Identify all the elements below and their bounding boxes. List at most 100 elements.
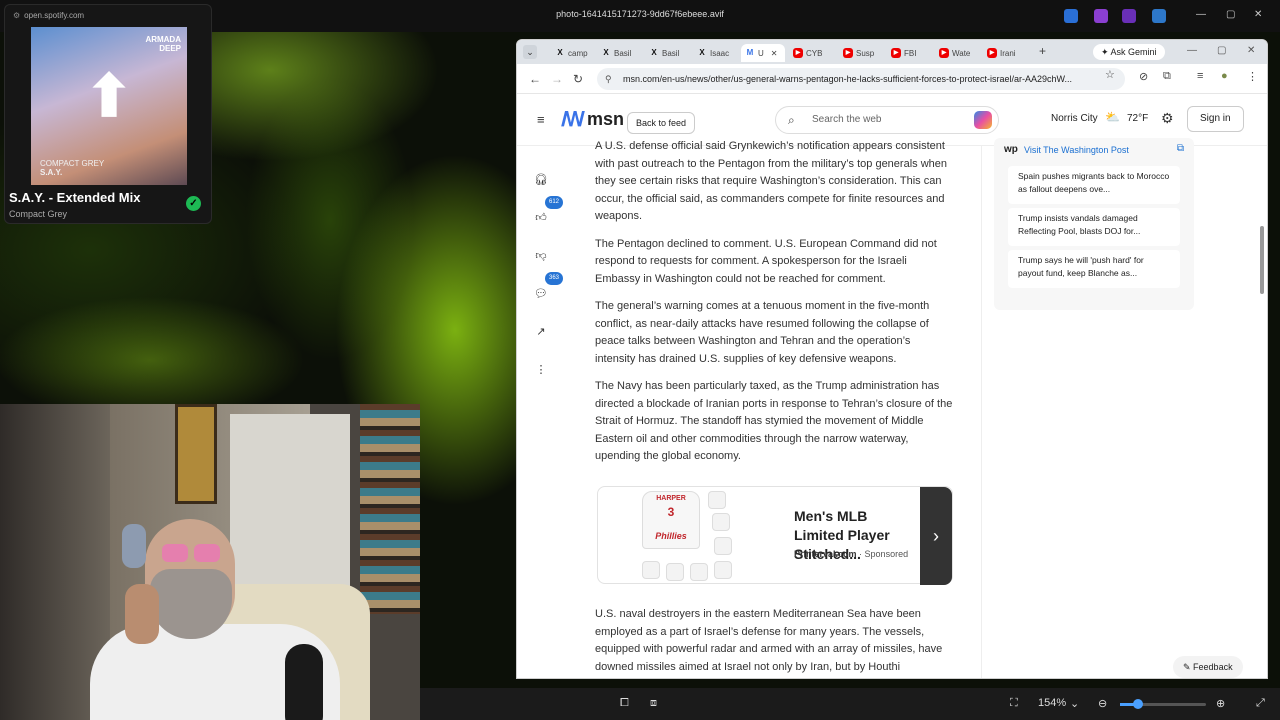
gear-icon[interactable]: ⚙	[1161, 110, 1174, 127]
ad-source: Printerval.com · Sponsored	[794, 549, 909, 559]
tab[interactable]: X Basil	[597, 44, 635, 62]
address-bar-row: ← → ↻ ⚲ msn.com/en-us/news/other/us-gener…	[517, 64, 1267, 94]
external-link-icon[interactable]: ⧉	[1177, 143, 1184, 154]
tab[interactable]: ▶ Irani	[983, 44, 1020, 62]
webcam-headset	[122, 524, 146, 568]
extension-icon[interactable]: ⊘	[1139, 70, 1148, 83]
location-label[interactable]: Norris City	[1051, 113, 1098, 124]
x-icon: X	[557, 48, 563, 57]
youtube-icon: ▶	[987, 48, 997, 58]
comment-icon[interactable]: 💬︎ 363	[527, 272, 564, 308]
extensions-puzzle-icon[interactable]: ⧉	[1163, 70, 1171, 83]
temperature[interactable]: 72°F	[1127, 113, 1148, 124]
saved-check-icon[interactable]: ✓	[186, 196, 201, 211]
x-icon: X	[699, 48, 705, 57]
settings-icon: ⚙	[13, 11, 21, 20]
article-paragraph: The general’s warning comes at a tenuous…	[595, 300, 930, 365]
fullscreen-icon[interactable]: ⤢	[1256, 697, 1265, 710]
scrollbar-thumb[interactable]	[1260, 226, 1264, 294]
app-icon[interactable]	[1094, 9, 1108, 23]
msn-butterfly-icon: ꟿ	[561, 109, 585, 131]
sign-in-button[interactable]: Sign in	[1187, 106, 1244, 132]
new-tab-icon[interactable]: +	[1039, 44, 1046, 58]
article-paragraph: A U.S. defense official said Grynkewich’…	[595, 140, 947, 222]
track-artist: Compact Grey	[9, 209, 68, 219]
chevron-down-icon[interactable]: ⌄	[1070, 697, 1079, 710]
headline-card[interactable]: Trump says he will 'push hard' for payou…	[1008, 250, 1180, 288]
webcam-bookshelf	[360, 404, 420, 614]
maximize-icon[interactable]: ▢	[1226, 9, 1235, 20]
headphones-icon[interactable]: 🎧︎	[527, 166, 555, 194]
profile-avatar[interactable]: ●	[1221, 70, 1228, 82]
minimize-icon[interactable]: —	[1196, 9, 1206, 20]
webcam-picture-frame	[175, 404, 217, 504]
feedback-button[interactable]: ✎ Feedback	[1173, 656, 1243, 678]
youtube-icon: ▶	[939, 48, 949, 58]
back-to-feed-button[interactable]: Back to feed	[627, 112, 696, 134]
msn-logo[interactable]: ꟿ msn	[561, 107, 624, 132]
jersey-main: 3 HARPER Phillies	[642, 491, 700, 549]
webcam-overlay	[0, 404, 420, 720]
search-input[interactable]: ⌕ Search the web	[775, 106, 999, 134]
maximize-icon[interactable]: ▢	[1217, 45, 1226, 56]
tab[interactable]: ▶ FBI	[887, 44, 920, 62]
album-art: ARMADA DEEP ⬆ COMPACT GREY S.A.Y.	[31, 27, 187, 185]
jersey-thumb	[714, 561, 732, 579]
headline-card[interactable]: Trump insists vandals damaged Reflecting…	[1008, 208, 1180, 246]
youtube-icon: ▶	[891, 48, 901, 58]
reading-list-icon[interactable]: ≡	[1197, 70, 1203, 82]
ocr-icon[interactable]: ⧈	[650, 697, 657, 710]
jersey-thumb	[712, 513, 730, 531]
app-icon[interactable]	[1152, 9, 1166, 23]
minimize-icon[interactable]: —	[1187, 45, 1197, 56]
visit-publisher-link[interactable]: Visit The Washington Post	[1024, 145, 1129, 155]
x-icon: X	[651, 48, 657, 57]
app-icon[interactable]	[1122, 9, 1136, 23]
share-icon[interactable]: ↗	[527, 318, 555, 346]
tab[interactable]: ▶ Wate	[935, 44, 974, 62]
zoom-out-icon[interactable]: ⊖	[1098, 697, 1107, 710]
more-options-icon[interactable]: ⋮	[527, 356, 555, 384]
bookmark-star-icon[interactable]: ☆	[1105, 68, 1115, 81]
album-text: COMPACT GREY S.A.Y.	[40, 159, 105, 177]
tab[interactable]: X Isaac	[693, 44, 733, 62]
jersey-image: 3 HARPER Phillies	[642, 491, 740, 581]
like-icon[interactable]: 👍︎ 612	[527, 196, 564, 232]
close-icon[interactable]: ✕	[1254, 9, 1262, 20]
webcam-microphone	[285, 644, 323, 720]
page-scrollbar[interactable]	[1259, 146, 1265, 678]
forward-arrow-icon[interactable]: →	[551, 72, 563, 86]
zoom-level[interactable]: 154%	[1038, 697, 1066, 709]
site-info-icon: ⚲	[605, 74, 612, 84]
jersey-thumb	[690, 563, 708, 581]
crop-icon[interactable]: ⧠	[620, 697, 629, 710]
fit-screen-icon[interactable]: ⛶	[1010, 697, 1018, 710]
weather-cloud-sun-icon[interactable]: ⛅	[1105, 110, 1120, 124]
webcam-glasses	[162, 544, 188, 562]
url-input[interactable]: ⚲ msn.com/en-us/news/other/us-general-war…	[597, 68, 1125, 90]
like-count-badge: 612	[545, 196, 564, 209]
tab-search-icon[interactable]: ⌄	[523, 45, 537, 59]
zoom-slider[interactable]	[1120, 699, 1206, 709]
image-viewer-toolbar: ⧠ ⧈ ⛶ 154% ⌄ ⊖ ⊕ ⤢	[420, 688, 1280, 720]
tab[interactable]: ▶ Susp	[839, 44, 878, 62]
zoom-in-icon[interactable]: ⊕	[1216, 697, 1225, 710]
tab[interactable]: Xcamp	[551, 44, 592, 62]
tab[interactable]: ▶ CYB	[789, 44, 826, 62]
jersey-thumb	[666, 563, 684, 581]
headline-card[interactable]: Spain pushes migrants back to Morocco as…	[1008, 166, 1180, 204]
tab[interactable]: X Basil	[645, 44, 683, 62]
ask-gemini-button[interactable]: ✦ Ask Gemini	[1093, 44, 1165, 60]
reload-icon[interactable]: ↻	[573, 72, 583, 86]
app-icon[interactable]	[1064, 9, 1078, 23]
dislike-icon[interactable]: 👎︎	[527, 242, 555, 270]
jersey-thumb	[708, 491, 726, 509]
hamburger-menu-icon[interactable]: ≡	[537, 112, 545, 127]
tab-active[interactable]: M U ✕	[741, 44, 785, 62]
close-icon[interactable]: ✕	[1247, 45, 1255, 56]
more-menu-icon[interactable]: ⋮	[1247, 70, 1258, 83]
chevron-right-icon[interactable]: ›	[920, 487, 952, 585]
miniplayer-url: ⚙ open.spotify.com	[13, 11, 85, 20]
sponsored-ad-card[interactable]: 3 HARPER Phillies Men's MLB Limited Player…	[597, 486, 953, 585]
back-arrow-icon[interactable]: ←	[529, 72, 541, 86]
